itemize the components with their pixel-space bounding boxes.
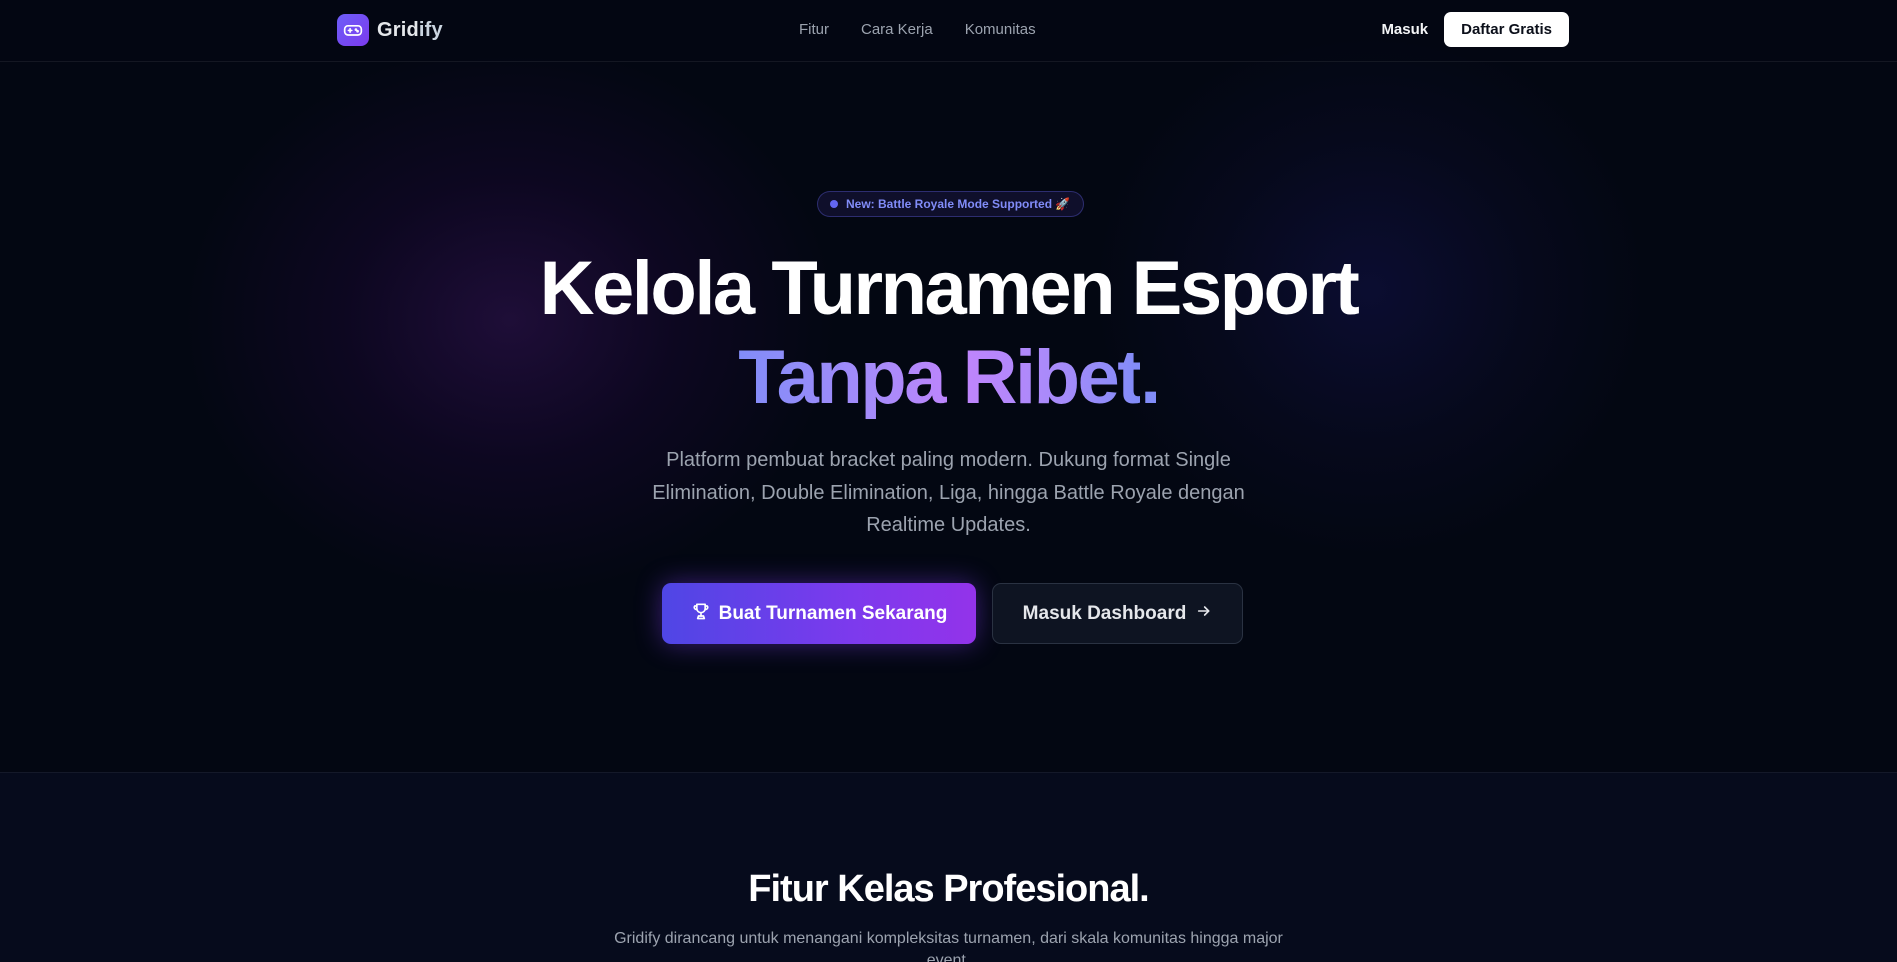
brand-name-rest: ify (418, 18, 443, 41)
hero-title-gradient-text: Tanpa Ribet (738, 335, 1142, 420)
create-tournament-button[interactable]: Buat Turnamen Sekarang (662, 583, 976, 644)
nav-links: Fitur Cara Kerja Komunitas (799, 21, 1036, 38)
nav-link-fitur[interactable]: Fitur (799, 21, 829, 38)
brand-logo-link[interactable]: Gridify (337, 14, 443, 46)
features-title: Fitur Kelas Profesional. (748, 868, 1149, 910)
gamepad-icon (337, 14, 369, 46)
announcement-badge[interactable]: New: Battle Royale Mode Supported 🚀 (817, 191, 1085, 217)
nav-link-komunitas[interactable]: Komunitas (965, 21, 1036, 38)
landing-page: Gridify Fitur Cara Kerja Komunitas Masuk… (0, 0, 1897, 962)
hero-section: New: Battle Royale Mode Supported 🚀 Kelo… (0, 62, 1897, 772)
top-navbar: Gridify Fitur Cara Kerja Komunitas Masuk… (0, 0, 1897, 62)
hero-title-dot: . (1140, 335, 1161, 420)
features-section: Fitur Kelas Profesional. Gridify diranca… (0, 772, 1897, 962)
create-tournament-label: Buat Turnamen Sekarang (718, 602, 948, 624)
features-subtitle: Gridify dirancang untuk menangani komple… (614, 930, 1283, 962)
hero-title-line1: Kelola Turnamen Esport (539, 246, 1360, 331)
hero-subtitle: Platform pembuat bracket paling modern. … (652, 449, 1245, 536)
badge-dot-icon (830, 200, 838, 208)
dashboard-button-label: Masuk Dashboard (1022, 602, 1187, 624)
brand-name-main: Grid (377, 18, 419, 41)
trophy-icon (691, 601, 711, 627)
signup-button[interactable]: Daftar Gratis (1444, 12, 1569, 47)
badge-text: New: Battle Royale Mode Supported 🚀 (846, 197, 1071, 211)
nav-actions: Masuk Daftar Gratis (1381, 12, 1569, 47)
brand-name: Gridify (377, 19, 443, 42)
arrow-right-icon (1196, 603, 1212, 625)
login-link[interactable]: Masuk (1381, 21, 1428, 38)
dashboard-button[interactable]: Masuk Dashboard (992, 583, 1243, 644)
hero-title-line2: Tanpa Ribet. (0, 334, 1897, 421)
nav-link-cara-kerja[interactable]: Cara Kerja (861, 21, 933, 38)
